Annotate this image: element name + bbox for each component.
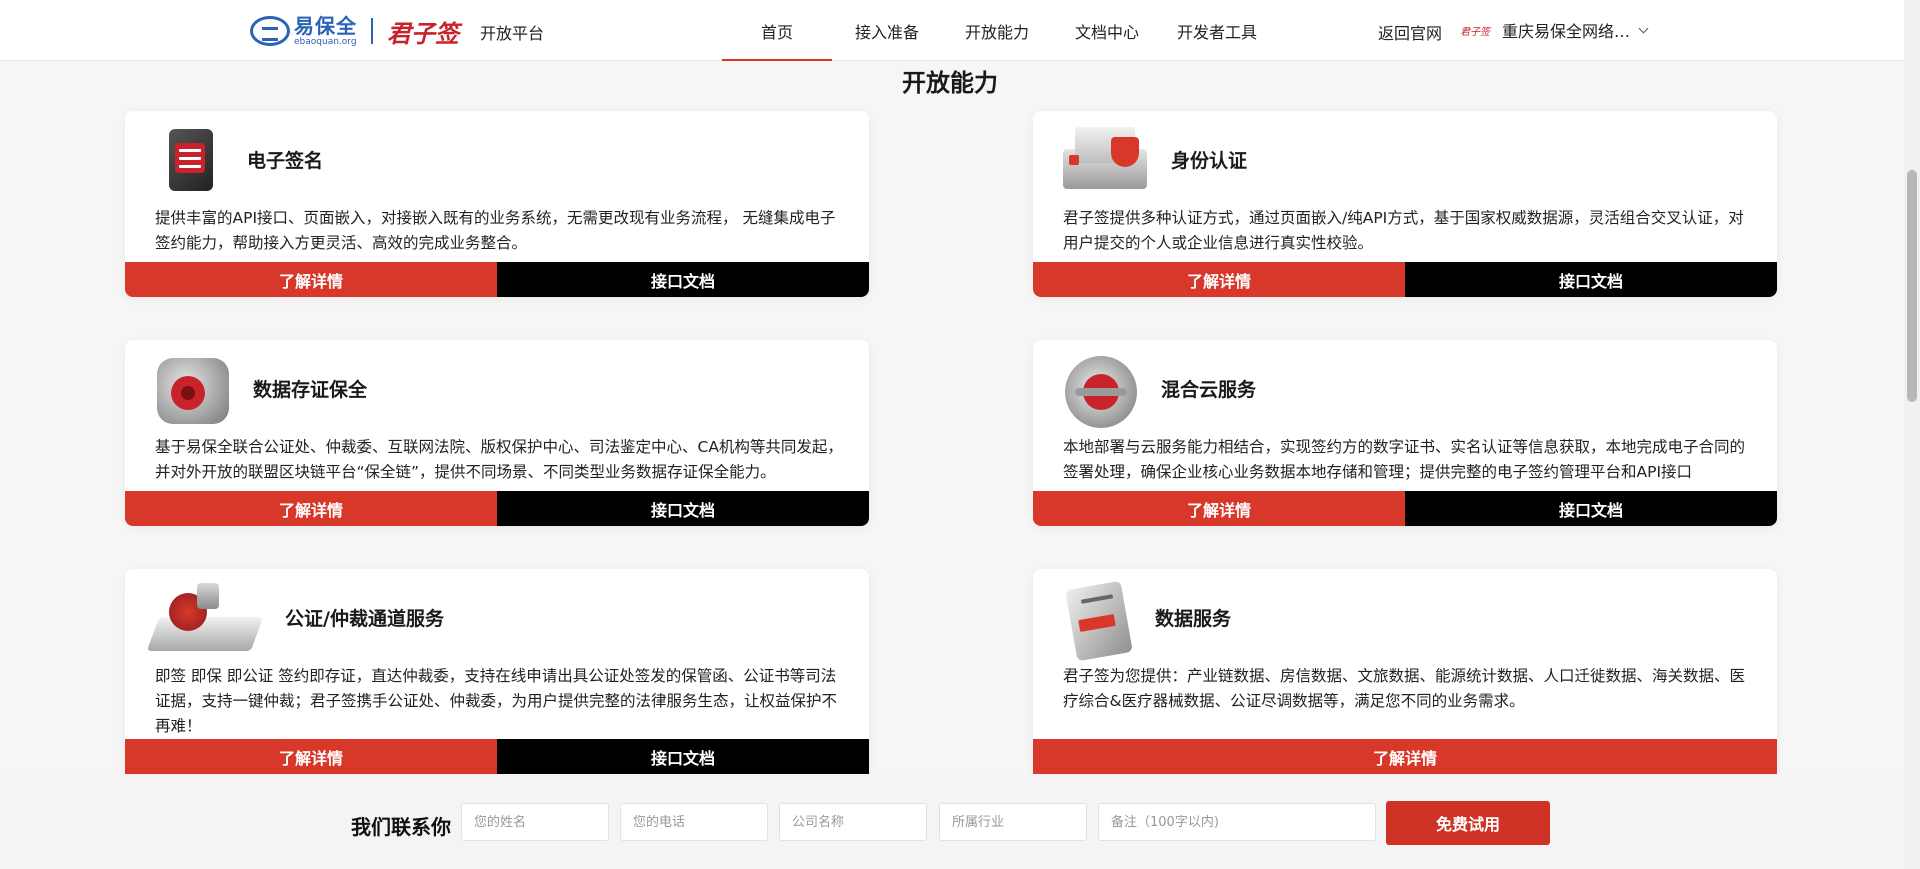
logo-en: ebaoquan.org (294, 36, 357, 47)
capability-card-id-verify: 身份认证 君子签提供多种认证方式，通过页面嵌入/纯API方式，基于国家权威数据源… (1033, 111, 1777, 297)
main-nav: 首页 接入准备 开放能力 文档中心 开发者工具 (722, 0, 1272, 61)
card-buttons: 了解详情 (1033, 739, 1777, 774)
capability-card-esign: 电子签名 提供丰富的API接口、页面嵌入，对接嵌入既有的业务系统，无需更改现有业… (125, 111, 869, 297)
capability-card-data-service: 数据服务 君子签为您提供：产业链数据、房信数据、文旅数据、能源统计数据、人口迁徙… (1033, 569, 1777, 774)
api-doc-button[interactable]: 接口文档 (497, 262, 869, 297)
card-desc: 基于易保全联合公证处、仲裁委、互联网法院、版权保护中心、司法鉴定中心、CA机构等… (155, 438, 843, 481)
learn-more-button[interactable]: 了解详情 (125, 739, 497, 774)
contact-bar: 我们联系你 免费试用 (0, 774, 1904, 869)
back-home-link[interactable]: 返回官网 (1378, 20, 1442, 44)
card-head: 数据服务 (1061, 577, 1232, 662)
card-title: 混合云服务 (1161, 378, 1257, 401)
org-logo: 君子签 (1460, 26, 1490, 38)
data-safe-icon (153, 348, 233, 428)
card-desc: 君子签提供多种认证方式，通过页面嵌入/纯API方式，基于国家权威数据源，灵活组合… (1063, 209, 1744, 252)
card-head: 数据存证保全 (153, 348, 367, 428)
scrollbar-track[interactable] (1904, 0, 1920, 869)
card-desc: 提供丰富的API接口、页面嵌入，对接嵌入既有的业务系统，无需更改现有业务流程， … (155, 209, 836, 252)
card-title: 数据存证保全 (253, 378, 368, 401)
card-desc: 即签 即保 即公证 签约即存证，直达仲裁委，支持在线申请出具公证处签发的保管函、… (155, 667, 838, 735)
org-switcher[interactable]: 君子签 重庆易保全网络… (1460, 18, 1649, 42)
card-desc: 君子签为您提供：产业链数据、房信数据、文旅数据、能源统计数据、人口迁徙数据、海关… (1063, 667, 1746, 710)
learn-more-button[interactable]: 了解详情 (125, 262, 497, 297)
card-title: 身份认证 (1171, 149, 1248, 172)
capability-card-hybrid-cloud: 混合云服务 本地部署与云服务能力相结合，实现签约方的数字证书、实名认证等信息获取… (1033, 340, 1777, 526)
api-doc-button[interactable]: 接口文档 (497, 739, 869, 774)
section-title: 开放能力 (902, 69, 998, 97)
id-verify-icon (1061, 119, 1147, 199)
nav-access-prep[interactable]: 接入准备 (832, 0, 942, 61)
card-buttons: 了解详情 接口文档 (125, 262, 869, 297)
logo-cn: 易保全 (294, 13, 357, 38)
nav-home[interactable]: 首页 (722, 0, 832, 61)
capability-card-notary: 公证/仲裁通道服务 即签 即保 即公证 签约即存证，直达仲裁委，支持在线申请出具… (125, 569, 869, 774)
name-input[interactable] (461, 803, 609, 841)
ebaoquan-logo-icon (250, 16, 290, 46)
logo-divider (371, 18, 373, 44)
notary-seal-icon (146, 577, 264, 657)
card-buttons: 了解详情 接口文档 (125, 739, 869, 774)
api-doc-button[interactable]: 接口文档 (1405, 491, 1777, 526)
card-buttons: 了解详情 接口文档 (1033, 262, 1777, 297)
remark-input[interactable] (1098, 803, 1376, 841)
card-buttons: 了解详情 接口文档 (1033, 491, 1777, 526)
card-head: 混合云服务 (1061, 348, 1256, 428)
phone-input[interactable] (620, 803, 768, 841)
top-header: 易保全 ebaoquan.org 君子签 开放平台 首页 接入准备 开放能力 文… (0, 0, 1904, 61)
learn-more-button[interactable]: 了解详情 (1033, 739, 1777, 774)
chevron-down-icon (1638, 23, 1649, 33)
org-name: 重庆易保全网络… (1502, 22, 1631, 41)
card-head: 公证/仲裁通道服务 (146, 577, 444, 657)
nav-docs[interactable]: 文档中心 (1052, 0, 1162, 61)
stamp-device-icon (153, 119, 233, 199)
scrollbar-thumb[interactable] (1907, 170, 1917, 402)
card-title: 公证/仲裁通道服务 (285, 607, 444, 630)
free-trial-button[interactable]: 免费试用 (1386, 801, 1550, 845)
nav-open-capability[interactable]: 开放能力 (942, 0, 1052, 61)
api-doc-button[interactable]: 接口文档 (497, 491, 869, 526)
industry-input[interactable] (939, 803, 1087, 841)
learn-more-button[interactable]: 了解详情 (125, 491, 497, 526)
card-buttons: 了解详情 接口文档 (125, 491, 869, 526)
hybrid-cloud-icon (1061, 348, 1141, 428)
logo-text: 易保全 ebaoquan.org (294, 16, 357, 47)
card-desc: 本地部署与云服务能力相结合，实现签约方的数字证书、实名认证等信息获取，本地完成电… (1063, 438, 1746, 481)
platform-label: 开放平台 (480, 24, 545, 43)
card-title: 数据服务 (1155, 607, 1232, 630)
card-title: 电子签名 (247, 149, 324, 172)
learn-more-button[interactable]: 了解详情 (1033, 262, 1405, 297)
company-input[interactable] (779, 803, 927, 841)
nav-dev-tools[interactable]: 开发者工具 (1162, 0, 1272, 61)
api-doc-button[interactable]: 接口文档 (1405, 262, 1777, 297)
card-head: 电子签名 (153, 119, 323, 199)
jzq-logo: 君子签 (387, 18, 459, 48)
learn-more-button[interactable]: 了解详情 (1033, 491, 1405, 526)
site-logo[interactable]: 易保全 ebaoquan.org 君子签 (250, 14, 459, 48)
capability-card-data-preservation: 数据存证保全 基于易保全联合公证处、仲裁委、互联网法院、版权保护中心、司法鉴定中… (125, 340, 869, 526)
contact-title: 我们联系你 (351, 815, 451, 839)
card-head: 身份认证 (1061, 119, 1247, 199)
data-service-icon (1061, 577, 1141, 662)
